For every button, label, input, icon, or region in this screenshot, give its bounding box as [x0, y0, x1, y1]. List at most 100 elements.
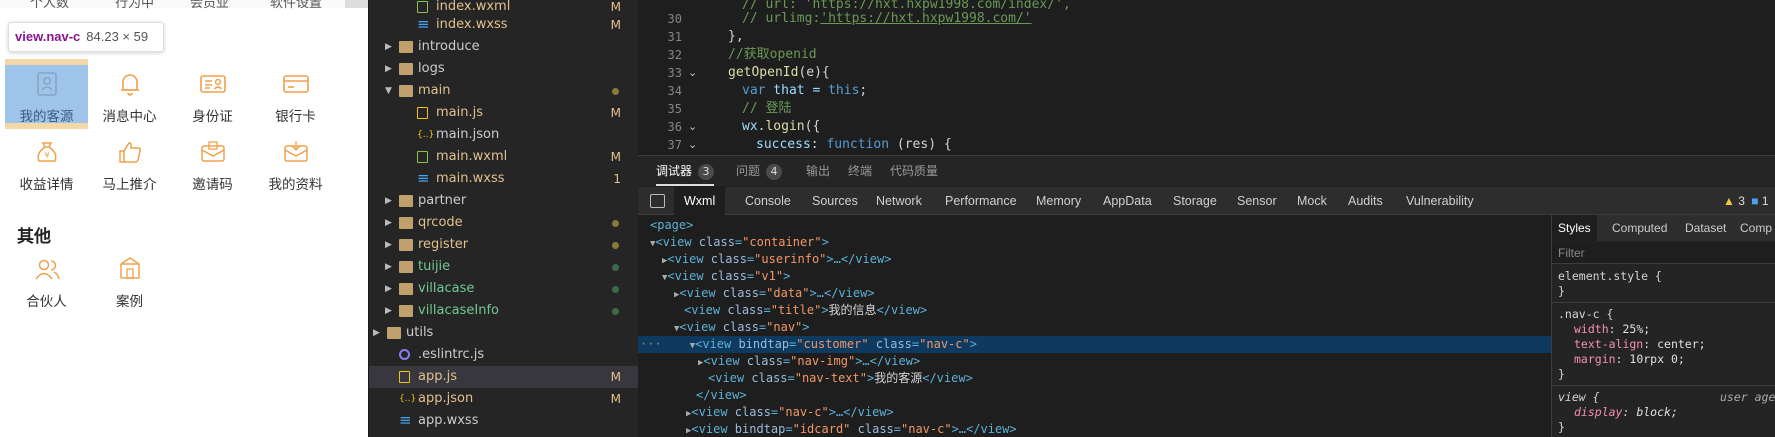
file-tree-item[interactable]: ▶ villacaseInfo	[369, 300, 639, 322]
chevron-right-icon[interactable]: ▶	[385, 234, 395, 256]
tab-computed[interactable]: Computed	[1612, 215, 1667, 241]
wxml-node-nav-img[interactable]: ▶<view class="nav-img">…</view>	[638, 353, 1551, 370]
tab-network[interactable]: Network	[876, 187, 922, 215]
tab-appdata[interactable]: AppData	[1103, 187, 1152, 215]
wxml-tree[interactable]: <page> ▼<view class="container"> ▶<view …	[638, 215, 1551, 437]
chevron-right-icon[interactable]: ▶	[385, 278, 395, 300]
expand-arrow-icon[interactable]: ▶	[638, 290, 679, 300]
expand-arrow-icon[interactable]: ▶	[638, 426, 691, 436]
tab-console[interactable]: Console	[745, 187, 791, 215]
file-tree-item[interactable]: ▶ qrcode	[369, 212, 639, 234]
wxml-node-nav-text[interactable]: <view class="nav-text">我的客源</view>	[638, 370, 1551, 387]
expand-arrow-icon[interactable]: ▼	[638, 324, 679, 334]
file-tree-item[interactable]: ▶ tuijie	[369, 256, 639, 278]
nav-item-cases[interactable]: 案例	[88, 250, 171, 310]
tab-memory[interactable]: Memory	[1036, 187, 1081, 215]
file-tree-item[interactable]: {..} main.json	[369, 124, 639, 146]
file-tree-item[interactable]: ▶ utils	[369, 322, 639, 344]
chevron-right-icon[interactable]: ▶	[385, 36, 395, 58]
file-tree-item[interactable]: ▶ villacase	[369, 278, 639, 300]
warning-counter[interactable]: ▲ 3 ■ 1	[1723, 187, 1769, 215]
nav-item-idcard[interactable]: 身份证	[171, 65, 254, 125]
expand-arrow-icon[interactable]: ▼	[638, 273, 667, 283]
nav-item-bankcard[interactable]: 银行卡	[254, 65, 337, 125]
file-tree-item[interactable]: {..} app.json M	[369, 388, 639, 410]
file-tree-item[interactable]: ≡ index.wxss M	[369, 14, 639, 36]
style-declaration[interactable]: display: block;	[1574, 405, 1678, 420]
rule-selector-nav-c[interactable]: .nav-c {	[1558, 307, 1613, 322]
tab-debugger[interactable]: 调试器 3	[656, 156, 715, 186]
tab-audits[interactable]: Audits	[1348, 187, 1383, 215]
chevron-right-icon[interactable]: ▶	[385, 190, 395, 212]
id-card-icon	[200, 75, 226, 93]
nav-item-partners[interactable]: 合伙人	[5, 250, 88, 310]
expand-arrow-icon[interactable]: ▼	[638, 239, 655, 249]
wxml-node-v1[interactable]: ▼<view class="v1">	[638, 268, 1551, 285]
file-tree-item[interactable]: ≡ app.wxss	[369, 410, 639, 432]
expand-arrow-icon[interactable]: ▶	[638, 358, 703, 368]
rule-selector-view[interactable]: view {	[1558, 390, 1600, 405]
tab-styles[interactable]: Styles	[1552, 215, 1597, 241]
wxml-node-nav-c-selected[interactable]: ··· ▼<view bindtap="customer" class="nav-…	[638, 336, 1551, 353]
tab-problems[interactable]: 问题 4	[736, 156, 783, 186]
nav-item-customer[interactable]: 我的客源	[5, 65, 88, 125]
wxml-node-nav-c-idcard[interactable]: ▶<view bindtap="idcard" class="nav-c">…<…	[638, 421, 1551, 437]
file-tree-item[interactable]: ▶ introduce	[369, 36, 639, 58]
nav-item-earnings[interactable]: ¥ 收益详情	[5, 133, 88, 193]
fold-chevron-icon[interactable]: ⌄	[688, 136, 697, 154]
file-tree-item[interactable]: ▼ main	[369, 80, 639, 102]
tab-sources[interactable]: Sources	[812, 187, 858, 215]
wxml-node-title[interactable]: <view class="title">我的信息</view>	[638, 302, 1551, 319]
expand-arrow-icon[interactable]: ▼	[662, 341, 695, 351]
file-tree-item[interactable]: ≡ main.wxss 1	[369, 168, 639, 190]
expand-arrow-icon[interactable]: ▶	[638, 409, 691, 419]
tab-code-quality[interactable]: 代码质量	[890, 156, 938, 186]
nav-label: 我的客源	[19, 109, 74, 125]
file-tree-item[interactable]: main.js M	[369, 102, 639, 124]
file-tree-item[interactable]: ▶ register	[369, 234, 639, 256]
tab-dataset[interactable]: Dataset	[1685, 215, 1726, 241]
chevron-down-icon[interactable]: ▼	[385, 80, 395, 102]
tab-vulnerability[interactable]: Vulnerability	[1406, 187, 1474, 215]
tab-performance[interactable]: Performance	[945, 187, 1017, 215]
tab-storage[interactable]: Storage	[1173, 187, 1217, 215]
file-tree-item[interactable]: .eslintrc.js	[369, 344, 639, 366]
tab-sensor[interactable]: Sensor	[1237, 187, 1277, 215]
tab-mock[interactable]: Mock	[1297, 187, 1327, 215]
wxml-node-data[interactable]: ▶<view class="data">…</view>	[638, 285, 1551, 302]
wxml-node-nav-c[interactable]: ▶<view class="nav-c">…</view>	[638, 404, 1551, 421]
style-declaration[interactable]: text-align: center;	[1574, 337, 1706, 352]
tab-wxml[interactable]: Wxml	[674, 187, 726, 215]
code-editor[interactable]: // url: 'https://hxt.hxpw1998.com/index/…	[638, 0, 1775, 155]
element-style-rule[interactable]: element.style {	[1558, 269, 1662, 284]
tab-component[interactable]: Comp	[1740, 215, 1772, 241]
nav-item-messages[interactable]: 消息中心	[88, 65, 171, 125]
nav-item-invite[interactable]: 邀请码	[171, 133, 254, 193]
expand-arrow-icon[interactable]: ▶	[638, 256, 667, 266]
wxml-node-nav[interactable]: ▼<view class="nav">	[638, 319, 1551, 336]
fold-chevron-icon[interactable]: ⌄	[688, 118, 697, 136]
chevron-right-icon[interactable]: ▶	[385, 300, 395, 322]
nav-item-profile[interactable]: 我的资料	[254, 133, 337, 193]
file-tree-item[interactable]: app.js M	[369, 366, 639, 388]
wxml-node-container[interactable]: ▼<view class="container">	[638, 234, 1551, 251]
chevron-right-icon[interactable]: ▶	[373, 322, 383, 344]
tab-terminal[interactable]: 终端	[848, 156, 872, 186]
chevron-right-icon[interactable]: ▶	[385, 58, 395, 80]
file-tree-item[interactable]: ▶ partner	[369, 190, 639, 212]
wxml-node-page[interactable]: <page>	[638, 217, 1551, 234]
chevron-right-icon[interactable]: ▶	[385, 212, 395, 234]
styles-filter-input[interactable]: Filter	[1552, 242, 1775, 264]
tab-output[interactable]: 输出	[806, 156, 830, 186]
wxml-node-userinfo[interactable]: ▶<view class="userinfo">…</view>	[638, 251, 1551, 268]
inspect-element-icon[interactable]	[650, 194, 665, 208]
fold-chevron-icon[interactable]: ⌄	[688, 64, 697, 82]
file-tree-item[interactable]: ▶ logs	[369, 58, 639, 80]
file-tree-item[interactable]: main.wxml M	[369, 146, 639, 168]
chevron-right-icon[interactable]: ▶	[385, 256, 395, 278]
code-token[interactable]: 'https://hxt.hxpw1998.com/'	[820, 11, 1031, 26]
more-dots-icon[interactable]: ···	[638, 337, 662, 351]
style-declaration[interactable]: width: 25%;	[1574, 322, 1650, 337]
nav-item-recommend[interactable]: 马上推介	[88, 133, 171, 193]
style-declaration[interactable]: margin: 10rpx 0;	[1574, 352, 1685, 367]
